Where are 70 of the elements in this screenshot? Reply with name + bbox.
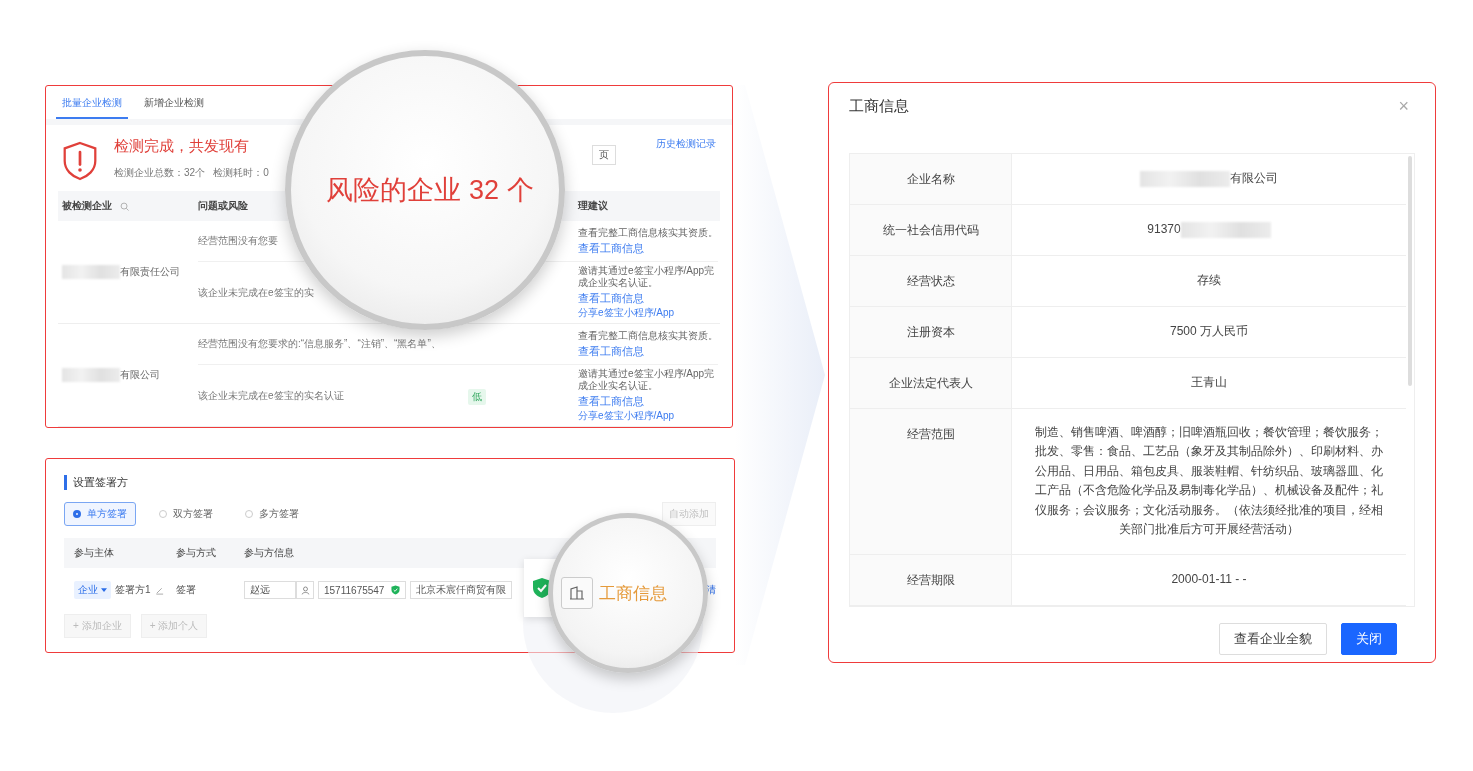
- column-header: 参与方信息: [244, 546, 295, 560]
- field-value: 制造、销售啤酒、啤酒醇；旧啤酒瓶回收；餐饮管理；餐饮服务；批发、零售：食品、工艺品（象牙及其制品除外）、印刷材料、办公用品、日用品、箱包皮具、服装鞋帽、针纺织品、玻璃器皿、化工产品（不含危险化学品及易制毒化学品）、机械设备及配件；礼仪服务；会议服务；文化活动服务。（依法须经批准的项目，经相关部门批准后方可开展经营活动）: [1034, 424, 1384, 539]
- caret-icon: [101, 587, 107, 593]
- verified-shield-icon: [391, 585, 400, 595]
- field-label: 经营范围: [906, 426, 955, 443]
- column-header: 理建议: [578, 199, 608, 213]
- type-dropdown[interactable]: 企业: [74, 581, 111, 599]
- issue-text: 该企业未完成在e签宝的实名认证: [198, 389, 344, 401]
- advice-text: 邀请其通过e签宝小程序/App完成企业实名认证。: [578, 265, 716, 289]
- link[interactable]: 查看工商信息: [578, 291, 644, 306]
- field-value: 有限公司: [1230, 170, 1278, 188]
- field-value: 王青山: [1191, 374, 1227, 392]
- field-value: 存续: [1197, 272, 1221, 290]
- dialog-button[interactable]: 查看企业全貌: [1219, 622, 1327, 655]
- field-label: 注册资本: [906, 324, 955, 341]
- name-field[interactable]: 赵远: [244, 581, 296, 599]
- link[interactable]: 清: [706, 583, 716, 597]
- issue-text: 经营范围没有您要求的:“信息服务”、“注销”、“黑名单”、: [198, 338, 441, 349]
- person-icon[interactable]: [296, 581, 314, 599]
- risk-badge: 低: [468, 389, 486, 405]
- section-title: 设置签署方: [64, 475, 716, 490]
- tab[interactable]: 新增企业检测: [138, 86, 210, 119]
- radio-option[interactable]: 双方签署: [150, 502, 222, 526]
- link[interactable]: 查看工商信息: [578, 240, 644, 256]
- field-label: 企业名称: [906, 171, 955, 188]
- history-link[interactable]: 历史检测记录: [656, 137, 716, 151]
- scrollbar[interactable]: [1408, 156, 1412, 386]
- column-header: 被检测企业: [62, 199, 112, 213]
- advice-text: 邀请其通过e签宝小程序/App完成企业实名认证。: [578, 368, 716, 392]
- field-value: 91370: [1147, 221, 1181, 239]
- dialog-button[interactable]: 关闭: [1341, 622, 1397, 655]
- column-header: 参与方式: [176, 546, 217, 560]
- radio-option[interactable]: 单方签署: [64, 502, 136, 526]
- close-button[interactable]: ×: [1392, 95, 1415, 117]
- blurred-text: [62, 265, 120, 279]
- stat-text: 检测耗时：0: [213, 166, 269, 180]
- link[interactable]: 分享e签宝小程序/App: [578, 409, 675, 423]
- field-value: 2000-01-11 - -: [1171, 570, 1247, 588]
- advice-text: 查看完整工商信息核实其资质。: [578, 329, 718, 342]
- link[interactable]: 分享e签宝小程序/App: [578, 306, 675, 320]
- column-header: 参与主体: [73, 546, 115, 560]
- field-label: 企业法定代表人: [888, 375, 973, 392]
- search-icon[interactable]: [120, 201, 129, 211]
- signer-name: 签署方1: [115, 583, 151, 597]
- stat-text: 检测企业总数：32个: [114, 166, 206, 180]
- pencil-icon[interactable]: [154, 585, 164, 595]
- result-title: 检测完成，共发现有: [114, 137, 250, 156]
- magnified-text: 风险的企业 32 个: [326, 174, 534, 207]
- dialog-title: 工商信息: [849, 96, 909, 116]
- issue-text: 该企业未完成在e签宝的实: [198, 286, 314, 298]
- company-field[interactable]: 北京禾宸仟商贸有限: [410, 581, 512, 599]
- radio-option[interactable]: 多方签署: [236, 502, 308, 526]
- company-name: 有限公司: [120, 368, 160, 382]
- shield-alert-icon: [62, 141, 98, 181]
- column-header: 问题或风险: [198, 199, 248, 213]
- link[interactable]: 查看工商信息: [578, 394, 644, 409]
- page-field[interactable]: 页: [592, 145, 616, 165]
- advice-text: 查看完整工商信息核实其资质。: [578, 226, 718, 239]
- link[interactable]: 查看工商信息: [578, 343, 644, 359]
- magnified-label: 工商信息: [599, 582, 667, 605]
- field-label: 经营状态: [906, 273, 955, 290]
- blurred-text: [62, 368, 120, 382]
- issue-text: 经营范围没有您要: [198, 235, 278, 246]
- phone-field[interactable]: 15711675547: [318, 581, 406, 599]
- method-text: 签署: [176, 583, 197, 597]
- company-name: 有限责任公司: [120, 265, 180, 279]
- field-label: 统一社会信用代码: [882, 222, 979, 239]
- field-label: 经营期限: [906, 571, 955, 589]
- building-icon[interactable]: [561, 577, 593, 609]
- field-value: 7500 万人民币: [1170, 323, 1248, 341]
